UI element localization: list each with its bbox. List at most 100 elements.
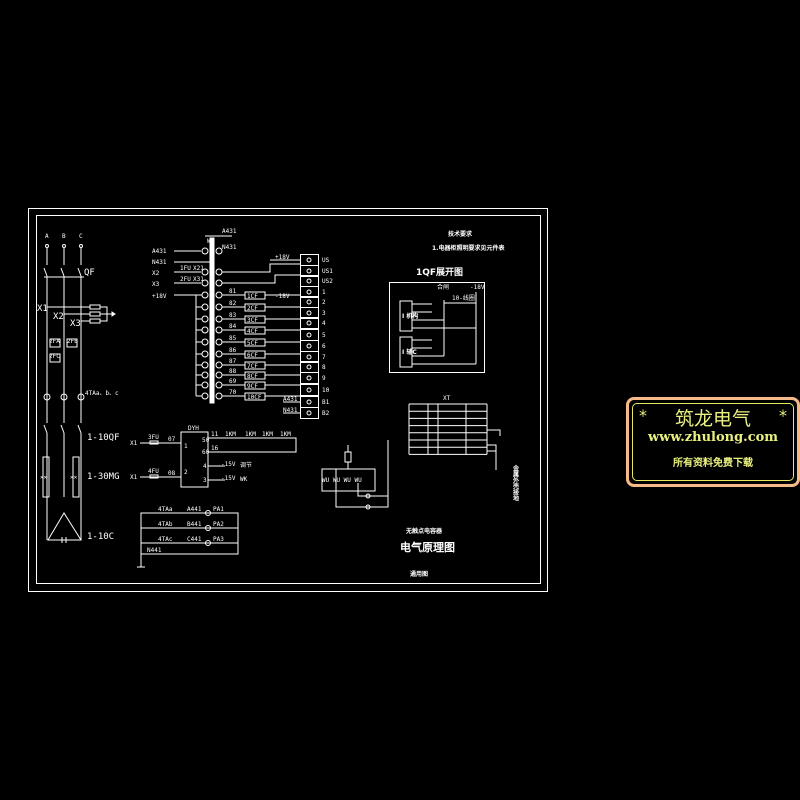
cad-label: 2 — [184, 469, 188, 476]
terminal-circle — [215, 381, 223, 389]
watermark-brand: 筑龙电气 — [674, 408, 751, 430]
cad-label: X3 — [152, 281, 160, 288]
cad-label: 调节 — [240, 461, 252, 469]
terminal-circle — [215, 247, 223, 255]
cad-label: A431 — [152, 248, 167, 255]
cad-label: 4TAc — [158, 536, 173, 543]
terminal-label: US2 — [322, 278, 333, 285]
cad-label: QF — [84, 268, 95, 278]
terminal-screw — [306, 332, 312, 338]
cad-label: X1 — [130, 474, 138, 481]
terminal-label: 7 — [322, 354, 326, 361]
terminal-label: 2 — [322, 299, 326, 306]
terminal-circle — [201, 247, 209, 255]
cad-label: PA3 — [213, 536, 224, 543]
dyh-module: DYH X1 X1 3FU 4FU 07 08 1 2 50 60 4 3 11… — [130, 425, 297, 488]
cad-label: PA2 — [213, 521, 224, 528]
terminal-screw — [306, 399, 312, 405]
cad-label: WK — [240, 476, 248, 483]
cad-label: B441 — [187, 521, 202, 528]
cad-line — [344, 451, 352, 463]
side-note: 金属外壳接地 — [512, 464, 520, 502]
terminal-circle — [201, 315, 209, 323]
terminal-cell — [300, 254, 319, 266]
cad-label: ✕✕ — [40, 474, 48, 481]
terminal-circle — [215, 350, 223, 358]
terminal-label: 10 — [322, 387, 330, 394]
cad-label: C441 — [187, 536, 202, 543]
terminal-label: 3 — [322, 310, 326, 317]
cad-label: 4TAa、b、c — [85, 390, 119, 397]
terminal-cell — [300, 407, 319, 419]
relay-label: 4CF — [247, 328, 258, 335]
relay-label: 1CF — [247, 293, 258, 300]
cad-label: 2FA — [49, 338, 60, 345]
relay-label: 8CF — [247, 373, 258, 380]
cad-label: WK — [207, 238, 215, 245]
terminal-label: US1 — [322, 268, 333, 275]
cad-label: 1FU — [180, 265, 191, 272]
cad-line — [47, 512, 82, 543]
cad-label: 2FB — [67, 338, 78, 345]
cad-label: 2FU — [180, 276, 191, 283]
wire-label: 81 — [229, 288, 237, 295]
relay-label: 5CF — [247, 340, 258, 347]
subtitle: 无触点电容器 — [405, 527, 443, 535]
wire-label: 70 — [229, 389, 237, 396]
ammeter-circuit: 4TAa 4TAb 4TAc A441 B441 C441 PA1 PA2 PA… — [137, 506, 239, 568]
cad-label: 4FU — [148, 468, 159, 475]
cad-label: C — [79, 233, 83, 240]
terminal-circle — [201, 392, 209, 400]
terminal-circle — [201, 326, 209, 334]
cad-label: I 机构 — [402, 312, 418, 320]
cad-line — [487, 429, 501, 470]
cad-label: -18V — [470, 284, 485, 291]
xt-title: XT — [443, 395, 451, 402]
cad-label: 4TAb — [158, 521, 173, 528]
watermark-slogan: 所有资料免费下载 — [673, 458, 753, 469]
wire-label: 86 — [229, 347, 237, 354]
relay-label: 3CF — [247, 317, 258, 324]
terminal-circle — [201, 279, 209, 287]
terminal-strip: A431 WK A431 N431 X2 X3 +18V N431 1FU 2F… — [152, 228, 300, 404]
cad-label: B — [62, 233, 66, 240]
cad-label: -18V — [275, 293, 290, 300]
relay-label: 9CF — [247, 383, 258, 390]
terminal-circle — [201, 338, 209, 346]
cad-label: 3FU — [148, 434, 159, 441]
cad-label: 3 — [203, 477, 207, 484]
cad-label: 08 — [168, 470, 176, 477]
cad-line — [209, 237, 215, 404]
terminal-cell — [300, 340, 319, 352]
terminal-cell — [300, 265, 319, 277]
cad-label: +18V — [152, 293, 167, 300]
terminal-circle — [201, 371, 209, 379]
terminal-screw — [306, 364, 312, 370]
cad-label: 1KM — [245, 431, 256, 438]
cad-label: DYH — [188, 425, 199, 432]
cad-label: WU WU WU WU — [322, 477, 362, 484]
terminal-circle — [215, 338, 223, 346]
qf-diagram-title: 1QF展开图 — [416, 267, 463, 278]
terminal-screw — [306, 310, 312, 316]
cad-label: 4 — [203, 463, 207, 470]
cad-label: I 辅C — [402, 348, 417, 356]
terminal-circle — [201, 268, 209, 276]
terminal-label: B2 — [322, 410, 330, 417]
wire-label: 69 — [229, 378, 237, 385]
cad-line — [89, 304, 101, 310]
terminal-circle — [201, 303, 209, 311]
watermark-badge: * * 筑龙电气 www.zhulong.com 所有资料免费下载 — [626, 397, 800, 487]
terminal-circle — [215, 303, 223, 311]
cad-label: 16 — [211, 445, 219, 452]
terminal-cell — [300, 372, 319, 384]
terminal-circle — [215, 392, 223, 400]
cad-line — [89, 318, 101, 324]
terminal-circle — [215, 326, 223, 334]
relay-label: 10CF — [247, 394, 262, 401]
power-circuit: A B C QF X1 X2 X3 2FA 2FB 2FC 4TAa、b、c 1… — [37, 233, 120, 543]
cad-label: 4TAa — [158, 506, 173, 513]
terminal-screw — [306, 375, 312, 381]
cad-label: A441 — [187, 506, 202, 513]
cad-label: 2FC — [49, 353, 60, 360]
